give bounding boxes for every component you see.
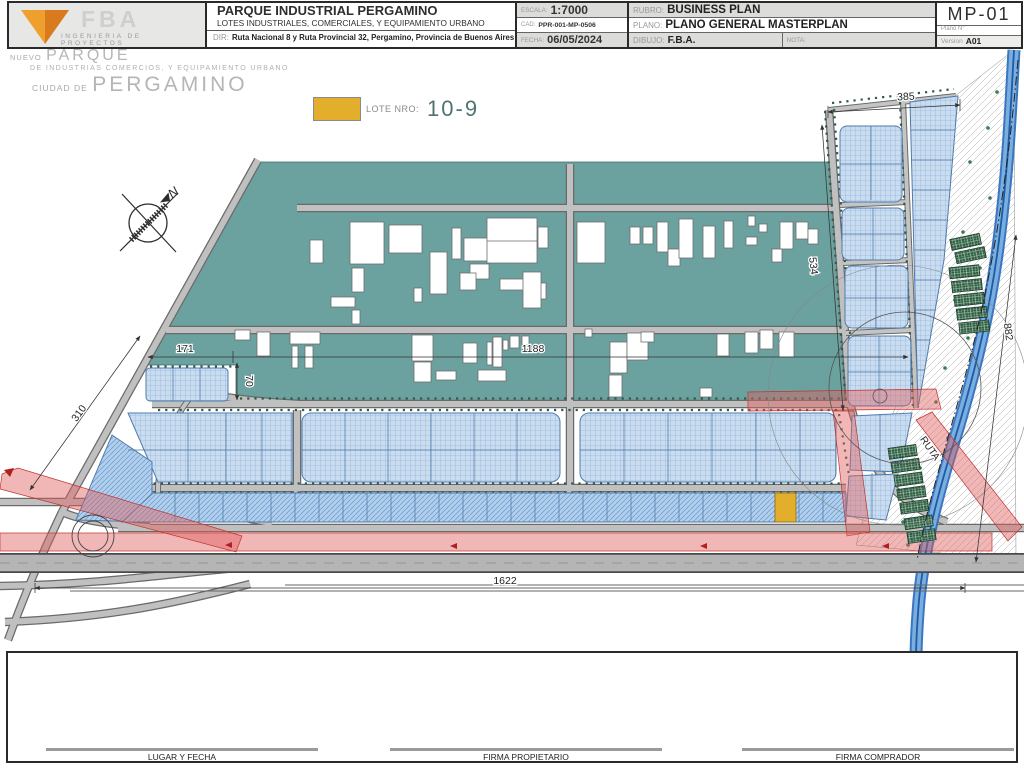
lot-10-9-highlight [774,492,797,523]
dim-534: 534 [806,257,820,276]
dim-310: 310 [69,403,89,424]
rubro-value: BUSINESS PLAN [667,4,761,16]
escala-label: ESCALA: [521,6,548,14]
dir-label: DIR: [213,33,229,42]
signature-line-comprador [742,748,1014,751]
version-value: A01 [965,36,982,47]
header-nuevo: NUEVO [10,53,42,62]
dim-882: 882 [1001,322,1015,341]
dibujo-nota-row: DIBUJO: F.B.A. NOTA: [629,33,935,47]
escala-value: 1:7000 [550,3,588,17]
signature-label-lugar: LUGAR Y FECHA [147,752,217,762]
project-subtitle: LOTES INDUSTRIALES, COMERCIALES, Y EQUIP… [207,18,515,31]
lot-legend-label: LOTE NRO: [366,104,420,114]
logo-tagline: INGENIERIA DE PROYECTOS [61,33,142,47]
cad-value: PPR-001-MP-0506 [538,21,596,29]
dim-385: 385 [897,91,915,104]
sheet-cell: MP-01 Plano N° Version A01 [937,3,1021,47]
lot-legend-value: 10-9 [427,96,480,121]
rubro-row: RUBRO: BUSINESS PLAN [629,3,935,18]
project-address: DIR: Ruta Nacional 8 y Ruta Provincial 32… [207,31,515,42]
sheet-code: MP-01 [947,4,1011,24]
rubro-label: RUBRO: [633,5,665,15]
nota-cell: NOTA: [781,33,936,47]
north-arrow-icon: N [119,183,182,253]
cad-row: CAD: PPR-001-MP-0506 [517,18,627,33]
signature-line-propietario [390,748,662,751]
fecha-label: FECHA: [521,36,545,44]
logo-text: FBA [81,6,141,32]
header-parque: PARQUE [46,47,131,64]
lot-color-swatch [313,97,361,121]
project-title: PARQUE INDUSTRIAL PERGAMINO [217,3,438,18]
header-line1: NUEVO PARQUE [10,47,289,65]
plano-cell: RUBRO: BUSINESS PLAN PLANO: PLANO GENERA… [629,3,937,47]
signature-label-comprador: FIRMA COMPRADOR [835,752,921,762]
dibujo-value: F.B.A. [667,34,696,46]
dim-1622: 1622 [493,575,517,587]
header-pergamino: PERGAMINO [92,73,248,97]
masterplan-sheet: 1188 171 70 310 385 534 882 1622 RUTA N … [0,0,1024,768]
lot-legend: LOTE NRO: 10-9 [313,96,479,122]
meta-cell: ESCALA: 1:7000 CAD: PPR-001-MP-0506 FECH… [517,3,629,47]
plan-header: NUEVO PARQUE DE INDUSTRIAS COMERCIOS, Y … [10,47,289,96]
dim-1188: 1188 [522,343,545,355]
nota-label: NOTA: [786,36,806,44]
dibujo-cell: DIBUJO: F.B.A. [629,33,782,47]
escala-row: ESCALA: 1:7000 [517,3,627,18]
header-line2: DE INDUSTRIAS COMERCIOS, Y EQUIPAMIENTO … [30,64,289,72]
dim-70: 70 [243,375,255,387]
sheet-number-label: Plano N° [937,25,1021,35]
logo-cell: FBA INGENIERIA DE PROYECTOS [9,3,207,47]
plano-row: PLANO: PLANO GENERAL MASTERPLAN [629,18,935,33]
fecha-value: 06/05/2024 [547,34,603,46]
version-label: Version [941,37,963,45]
header-ciudad: CIUDAD DE [32,83,88,94]
fecha-row: FECHA: 06/05/2024 [517,33,627,47]
signature-box: LUGAR Y FECHA FIRMA PROPIETARIO FIRMA CO… [6,651,1018,763]
project-cell: PARQUE INDUSTRIAL PERGAMINO LOTES INDUST… [207,3,517,47]
cad-label: CAD: [521,22,536,28]
dir-value: Ruta Nacional 8 y Ruta Provincial 32, Pe… [232,33,515,42]
title-block: FBA INGENIERIA DE PROYECTOS PARQUE INDUS… [7,1,1023,49]
dim-171: 171 [176,343,194,355]
header-line3: CIUDAD DE PERGAMINO [32,74,289,96]
plano-label: PLANO: [633,20,663,30]
plano-value: PLANO GENERAL MASTERPLAN [665,19,848,31]
signature-line-lugar [46,748,318,751]
version-row: Version A01 [937,34,1021,47]
signature-label-propietario: FIRMA PROPIETARIO [483,752,569,762]
dibujo-label: DIBUJO: [633,35,665,45]
